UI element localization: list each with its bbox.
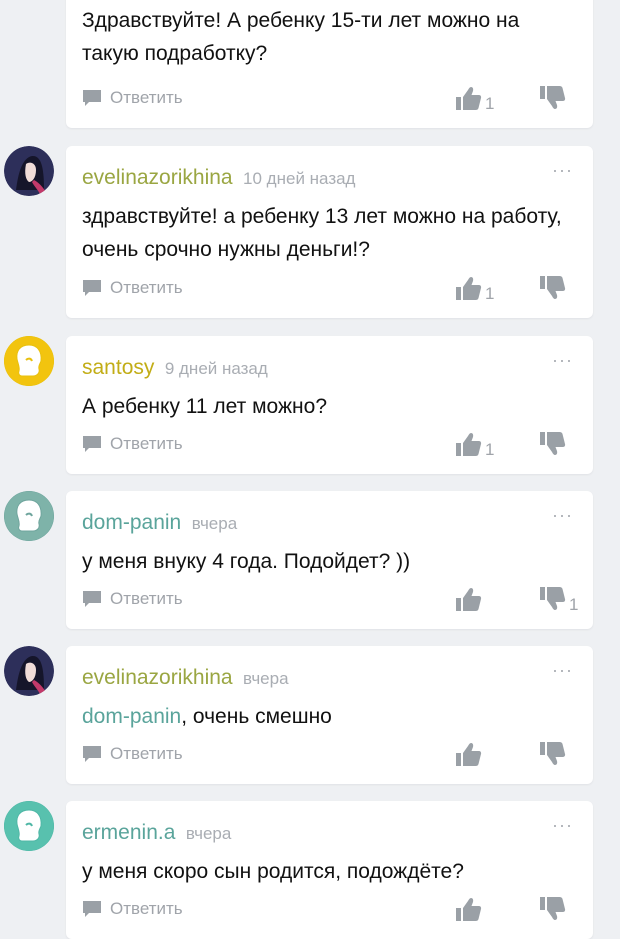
thumbs-up-icon bbox=[454, 740, 482, 768]
chat-icon bbox=[82, 279, 102, 297]
dislike-button[interactable] bbox=[538, 895, 569, 923]
thumbs-down-icon bbox=[538, 274, 566, 302]
comment-card: santosy 9 дней назад ··· А ребенку 11 ле… bbox=[66, 336, 593, 474]
more-options-button[interactable]: ··· bbox=[552, 505, 573, 526]
thumbs-down-icon bbox=[538, 585, 566, 613]
reply-button[interactable]: Ответить bbox=[82, 899, 183, 919]
default-avatar-icon bbox=[4, 491, 54, 541]
comment-text: у меня внуку 4 года. Подойдет? )) bbox=[82, 550, 411, 573]
reply-button[interactable]: Ответить bbox=[82, 278, 183, 298]
comment-time: 9 дней назад bbox=[164, 359, 268, 378]
reply-label: Ответить bbox=[110, 589, 183, 608]
comment-time: вчера bbox=[243, 669, 289, 688]
author-name[interactable]: dom-panin bbox=[82, 511, 181, 534]
more-options-button[interactable]: ··· bbox=[552, 160, 573, 181]
like-button[interactable] bbox=[454, 585, 485, 613]
author-name[interactable]: evelinazorikhina bbox=[82, 666, 233, 689]
more-options-button[interactable]: ··· bbox=[552, 815, 573, 836]
comment-text: здравствуйте! а ребенку 13 лет можно на … bbox=[82, 205, 562, 261]
avatar-image bbox=[4, 146, 54, 196]
reply-label: Ответить bbox=[110, 899, 183, 918]
comment-actions: Ответить bbox=[82, 895, 573, 925]
avatar[interactable] bbox=[4, 491, 54, 541]
thumbs-down-icon bbox=[538, 895, 566, 923]
chat-icon bbox=[82, 745, 102, 763]
comment-meta: santosy 9 дней назад bbox=[82, 356, 268, 380]
comment-actions: Ответить 1 bbox=[82, 274, 573, 304]
avatar[interactable] bbox=[4, 146, 54, 196]
chat-icon bbox=[82, 590, 102, 608]
like-button[interactable]: 1 bbox=[454, 274, 495, 303]
reply-label: Ответить bbox=[110, 278, 183, 297]
comment-text-rest: , очень смешно bbox=[181, 705, 332, 728]
comment-actions: Ответить bbox=[82, 740, 573, 770]
like-count: 1 bbox=[485, 94, 495, 113]
comment-text: у меня скоро сын родится, подождёте? bbox=[82, 860, 464, 883]
chat-icon bbox=[82, 89, 102, 107]
reply-button[interactable]: Ответить bbox=[82, 88, 183, 108]
reply-button[interactable]: Ответить bbox=[82, 434, 183, 454]
comment-meta: evelinazorikhina 10 дней назад bbox=[82, 166, 355, 190]
comment-text: А ребенку 11 лет можно? bbox=[82, 395, 327, 418]
comment-card: evelinazorikhina 10 дней назад ··· здрав… bbox=[66, 146, 593, 318]
like-button[interactable] bbox=[454, 895, 485, 923]
chat-icon bbox=[82, 435, 102, 453]
comment-time: вчера bbox=[191, 514, 238, 533]
comment-actions: Ответить 1 bbox=[82, 430, 573, 460]
dislike-count: 1 bbox=[569, 595, 579, 614]
comment-time: вчера bbox=[185, 824, 232, 843]
thumbs-up-icon bbox=[454, 430, 482, 458]
comment-card: evelinazorikhina вчера ··· dom-panin, оч… bbox=[66, 646, 593, 784]
reply-label: Ответить bbox=[110, 88, 183, 107]
reply-button[interactable]: Ответить bbox=[82, 744, 183, 764]
comment-card: Здравствуйте! А ребенку 15-ти лет можно … bbox=[66, 0, 593, 128]
thumbs-up-icon bbox=[454, 895, 482, 923]
like-button[interactable]: 1 bbox=[454, 84, 495, 113]
author-name[interactable]: ermenin.a bbox=[82, 821, 175, 844]
reply-label: Ответить bbox=[110, 744, 183, 763]
thumbs-up-icon bbox=[454, 274, 482, 302]
dislike-button[interactable] bbox=[538, 84, 569, 112]
comment-meta: ermenin.a вчера bbox=[82, 821, 231, 845]
like-count: 1 bbox=[485, 284, 495, 303]
thumbs-down-icon bbox=[538, 740, 566, 768]
comment-time: 10 дней назад bbox=[243, 169, 356, 188]
default-avatar-icon bbox=[4, 801, 54, 851]
avatar-image bbox=[4, 646, 54, 696]
like-button[interactable]: 1 bbox=[454, 430, 495, 459]
dislike-button[interactable] bbox=[538, 274, 569, 302]
avatar[interactable] bbox=[4, 646, 54, 696]
comment-actions: Ответить 1 bbox=[82, 84, 573, 114]
comment-text: Здравствуйте! А ребенку 15-ти лет можно … bbox=[82, 9, 520, 65]
mention-link[interactable]: dom-panin bbox=[82, 705, 181, 728]
chat-icon bbox=[82, 900, 102, 918]
dislike-button[interactable] bbox=[538, 430, 569, 458]
comment-actions: Ответить 1 bbox=[82, 585, 578, 615]
avatar[interactable] bbox=[4, 801, 54, 851]
reply-label: Ответить bbox=[110, 434, 183, 453]
author-name[interactable]: santosy bbox=[82, 356, 154, 379]
avatar[interactable] bbox=[4, 336, 54, 386]
comment-text: dom-panin, очень смешно bbox=[82, 700, 573, 733]
default-avatar-icon bbox=[4, 336, 54, 386]
dislike-button[interactable]: 1 bbox=[538, 585, 579, 614]
comment-meta: dom-panin вчера bbox=[82, 511, 237, 535]
thumbs-down-icon bbox=[538, 430, 566, 458]
comment-card: ermenin.a вчера ··· у меня скоро сын род… bbox=[66, 801, 593, 939]
author-name[interactable]: evelinazorikhina bbox=[82, 166, 233, 189]
thumbs-up-icon bbox=[454, 84, 482, 112]
more-options-button[interactable]: ··· bbox=[552, 350, 573, 371]
comment-meta: evelinazorikhina вчера bbox=[82, 666, 289, 690]
like-count: 1 bbox=[485, 440, 495, 459]
thumbs-down-icon bbox=[538, 84, 566, 112]
like-button[interactable] bbox=[454, 740, 485, 768]
comment-card: dom-panin вчера ··· у меня внуку 4 года.… bbox=[66, 491, 593, 629]
thumbs-up-icon bbox=[454, 585, 482, 613]
reply-button[interactable]: Ответить bbox=[82, 589, 183, 609]
dislike-button[interactable] bbox=[538, 740, 569, 768]
more-options-button[interactable]: ··· bbox=[552, 660, 573, 681]
